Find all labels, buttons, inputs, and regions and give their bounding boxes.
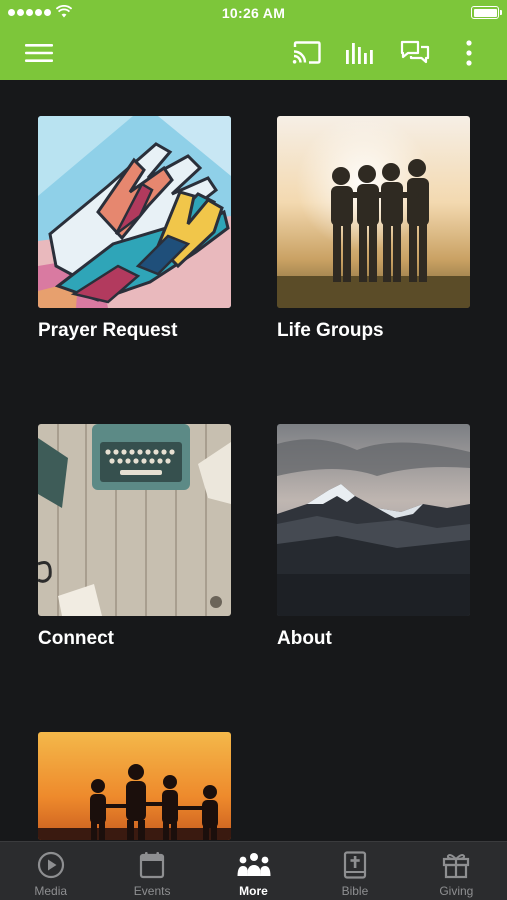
tab-bible-label: Bible <box>341 884 369 898</box>
family-silhouette-image <box>38 732 231 840</box>
more-vertical-icon <box>466 40 472 66</box>
connect-label: Connect <box>38 628 114 649</box>
grid-item-life-groups[interactable]: Life Groups <box>277 116 470 342</box>
audio-bars-icon <box>346 43 373 64</box>
chat-icon <box>400 40 430 64</box>
status-time: 10:26 AM <box>221 5 286 21</box>
life-groups-label: Life Groups <box>277 320 384 341</box>
tab-events[interactable]: Events <box>101 842 202 900</box>
play-circle-icon <box>37 851 64 879</box>
app-bar <box>0 26 507 80</box>
status-bar: 10:26 AM <box>0 0 507 26</box>
cast-button[interactable] <box>290 36 324 70</box>
grid-item-prayer-request[interactable]: Prayer Request <box>38 116 231 342</box>
grid-item-connect[interactable]: Connect <box>38 424 231 650</box>
tab-media[interactable]: Media <box>0 842 101 900</box>
connect-image <box>38 424 231 616</box>
gift-icon <box>443 854 470 879</box>
tab-events-label: Events <box>133 884 171 898</box>
cast-icon <box>292 41 321 64</box>
tab-more-label: More <box>239 884 268 898</box>
battery-icon <box>471 6 502 19</box>
about-image <box>277 424 470 616</box>
menu-icon <box>25 44 53 62</box>
tab-media-label: Media <box>34 884 68 898</box>
tab-more[interactable]: More <box>203 842 304 900</box>
bible-icon <box>343 851 367 879</box>
tab-giving[interactable]: Giving <box>406 842 507 900</box>
about-label: About <box>277 628 332 649</box>
tab-bar: Media Events More Bible Giving <box>0 841 507 900</box>
prayer-request-image <box>38 116 231 308</box>
menu-button[interactable] <box>22 36 56 70</box>
people-group-icon <box>237 853 271 876</box>
grid-item-about[interactable]: About <box>277 424 470 650</box>
chat-button[interactable] <box>398 36 432 70</box>
tab-bible[interactable]: Bible <box>304 842 405 900</box>
life-groups-image <box>277 116 470 308</box>
more-options-button[interactable] <box>452 36 486 70</box>
prayer-request-label: Prayer Request <box>38 320 178 341</box>
audio-button[interactable] <box>343 36 377 70</box>
calendar-icon <box>140 852 165 879</box>
tab-giving-label: Giving <box>439 884 474 898</box>
grid-item-family[interactable] <box>38 732 231 840</box>
